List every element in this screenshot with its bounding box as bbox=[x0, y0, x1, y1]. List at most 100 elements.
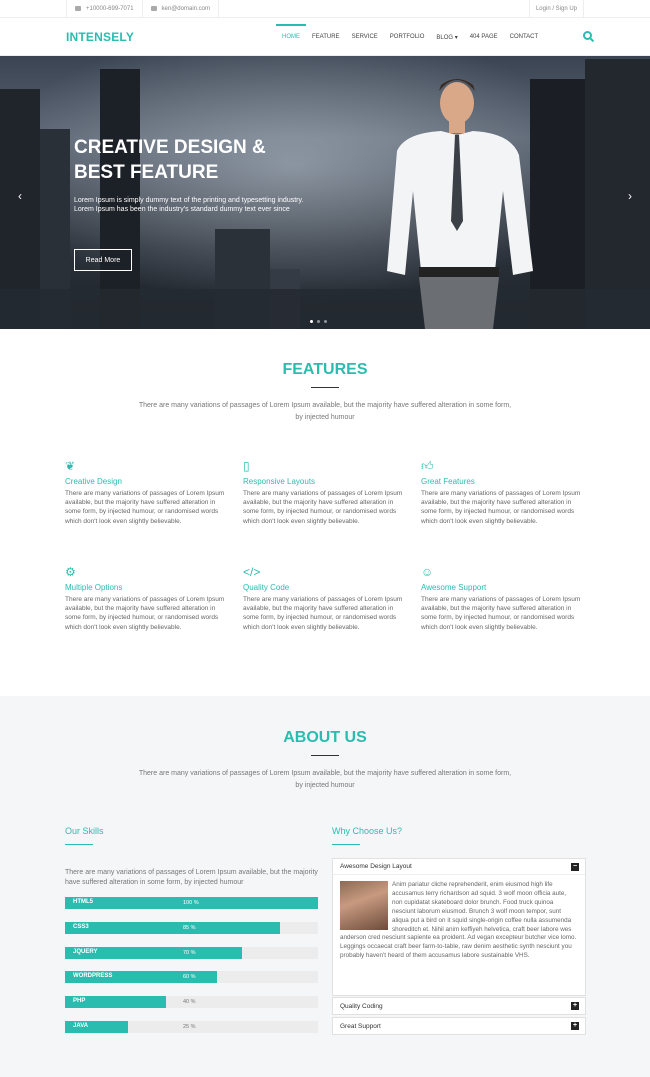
feature-desc: There are many variations of passages of… bbox=[421, 490, 581, 525]
nav-portfolio[interactable]: PORTFOLIO bbox=[384, 18, 431, 56]
feature-item: ❦ Creative Design There are many variati… bbox=[65, 459, 225, 526]
skills-text: There are many variations of passages of… bbox=[65, 869, 318, 886]
feature-title: Awesome Support bbox=[421, 583, 487, 592]
features-subtitle: There are many variations of passages of… bbox=[138, 402, 512, 421]
accordion-title[interactable]: Awesome Design Layout bbox=[340, 863, 412, 870]
minus-icon[interactable]: − bbox=[571, 863, 579, 871]
why-divider bbox=[332, 844, 360, 845]
city-ground bbox=[0, 289, 650, 329]
read-more-button[interactable]: Read More bbox=[74, 249, 132, 271]
chevron-right-icon[interactable]: › bbox=[628, 189, 632, 203]
accordion-title[interactable]: Quality Coding bbox=[340, 1003, 383, 1010]
skill-bar: HTML5 100 % bbox=[65, 897, 318, 909]
feature-title: Responsive Layouts bbox=[243, 477, 316, 486]
about-title: ABOUT US bbox=[283, 729, 367, 746]
accordion-header[interactable]: Awesome Design Layout − bbox=[333, 859, 585, 875]
features-section: FEATURES There are many variations of pa… bbox=[0, 329, 650, 696]
skill-name: HTML5 bbox=[73, 899, 93, 905]
skill-fill: JAVA bbox=[65, 1021, 129, 1033]
skill-percent: 100 % bbox=[183, 900, 199, 906]
accordion-item: Great Support + bbox=[332, 1017, 586, 1035]
top-bar: +10000-699-7071 ken@domain.com Login / S… bbox=[0, 0, 650, 18]
features-title: FEATURES bbox=[282, 361, 368, 378]
hero-text: Lorem Ipsum is simply dummy text of the … bbox=[74, 197, 304, 213]
feature-desc: There are many variations of passages of… bbox=[65, 490, 225, 525]
skill-fill: CSS3 bbox=[65, 921, 281, 934]
envelope-icon bbox=[150, 6, 157, 11]
skill-bar: JQUERY 70 % bbox=[65, 946, 318, 959]
avatar bbox=[340, 881, 388, 930]
feature-title: Quality Code bbox=[243, 583, 290, 592]
skill-percent: 25 % bbox=[183, 1024, 196, 1030]
man-image bbox=[387, 79, 533, 329]
skill-name: CSS3 bbox=[73, 923, 89, 930]
gears-icon: ⚙ bbox=[65, 565, 76, 579]
skills-divider bbox=[65, 844, 93, 845]
feature-title: Multiple Options bbox=[65, 583, 123, 592]
skill-name: PHP bbox=[73, 998, 86, 1005]
skill-fill: JQUERY bbox=[65, 946, 243, 959]
hero-title: CREATIVE DESIGN & BEST FEATURE bbox=[74, 135, 314, 185]
login-link[interactable]: Login / Sign Up bbox=[528, 0, 584, 18]
skill-bar: PHP 40 % bbox=[65, 996, 318, 1009]
skill-percent: 40 % bbox=[183, 999, 196, 1006]
accordion-header[interactable]: Quality Coding + bbox=[333, 998, 585, 1014]
plus-icon[interactable]: + bbox=[571, 1022, 579, 1030]
smile-icon: ☺ bbox=[421, 565, 434, 579]
nav-contact[interactable]: CONTACT bbox=[504, 18, 545, 56]
nav-feature[interactable]: FEATURE bbox=[306, 18, 346, 56]
phone-item: +10000-699-7071 bbox=[66, 0, 143, 18]
feature-title: Creative Design bbox=[65, 477, 122, 486]
accordion-item: Quality Coding + bbox=[332, 997, 586, 1015]
skill-bar: JAVA 25 % bbox=[65, 1021, 318, 1033]
accordion-item: Awesome Design Layout − Anim pariatur cl… bbox=[332, 858, 586, 996]
slider-dot[interactable] bbox=[317, 320, 320, 323]
nav-404[interactable]: 404 PAGE bbox=[464, 18, 504, 56]
feature-item: ☺ Awesome Support There are many variati… bbox=[421, 565, 581, 632]
code-icon: </> bbox=[243, 565, 261, 579]
features-grid: ❦ Creative Design There are many variati… bbox=[0, 459, 650, 679]
leaf-icon: ❦ bbox=[65, 459, 76, 473]
navbar: INTENSELY HOME FEATURE SERVICE PORTFOLIO… bbox=[0, 18, 650, 56]
why-title: Why Choose Us? bbox=[332, 826, 403, 836]
title-divider bbox=[311, 755, 339, 756]
nav-blog[interactable]: BLOG ▾ bbox=[430, 18, 463, 56]
search-icon[interactable] bbox=[583, 31, 592, 40]
skill-percent: 70 % bbox=[183, 949, 196, 956]
feature-item: 👍︎ Great Features There are many variati… bbox=[421, 459, 581, 526]
skill-bar: WORDPRESS 60 % bbox=[65, 971, 318, 984]
nav-home[interactable]: HOME bbox=[276, 18, 306, 56]
mobile-icon: ▯ bbox=[243, 459, 250, 473]
hero-slider: CREATIVE DESIGN & BEST FEATURE Lorem Ips… bbox=[0, 56, 650, 329]
accordion-body: Anim pariatur cliche reprehenderit, enim… bbox=[333, 875, 585, 995]
feature-item: ▯ Responsive Layouts There are many vari… bbox=[243, 459, 403, 526]
hero-title-line1: CREATIVE DESIGN & bbox=[74, 137, 266, 158]
thumbs-up-icon: 👍︎ bbox=[421, 459, 434, 473]
skill-name: JQUERY bbox=[73, 948, 98, 955]
skill-name: JAVA bbox=[73, 1023, 89, 1029]
slider-dot[interactable] bbox=[324, 320, 327, 323]
email-item[interactable]: ken@domain.com bbox=[143, 0, 219, 18]
feature-title: Great Features bbox=[421, 477, 475, 486]
logo[interactable]: INTENSELY bbox=[66, 30, 134, 44]
slider-dots bbox=[310, 320, 327, 323]
accordion-header[interactable]: Great Support + bbox=[333, 1018, 585, 1034]
hero-title-line2: BEST FEATURE bbox=[74, 162, 219, 183]
email-address[interactable]: ken@domain.com bbox=[162, 6, 210, 12]
nav-service[interactable]: SERVICE bbox=[346, 18, 384, 56]
feature-desc: There are many variations of passages of… bbox=[65, 596, 225, 631]
about-section: ABOUT US There are many variations of pa… bbox=[0, 696, 650, 1077]
skill-name: WORDPRESS bbox=[73, 973, 113, 980]
skill-percent: 85 % bbox=[183, 924, 196, 931]
slider-dot[interactable] bbox=[310, 320, 313, 323]
feature-desc: There are many variations of passages of… bbox=[243, 490, 403, 525]
chevron-left-icon[interactable]: ‹ bbox=[18, 189, 22, 203]
accordion-title[interactable]: Great Support bbox=[340, 1023, 381, 1030]
feature-desc: There are many variations of passages of… bbox=[421, 596, 581, 631]
phone-icon bbox=[75, 6, 81, 11]
about-subtitle: There are many variations of passages of… bbox=[138, 770, 512, 789]
skill-bar: CSS3 85 % bbox=[65, 921, 318, 934]
feature-desc: There are many variations of passages of… bbox=[243, 596, 403, 631]
skill-fill: PHP bbox=[65, 996, 167, 1009]
plus-icon[interactable]: + bbox=[571, 1002, 579, 1010]
